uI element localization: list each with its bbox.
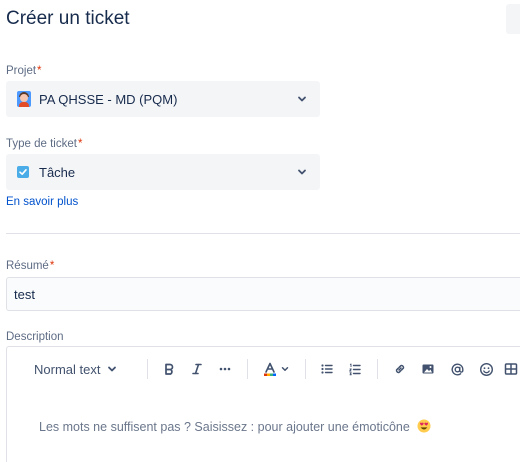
project-avatar-icon: [17, 91, 31, 107]
text-style-dropdown[interactable]: Normal text: [34, 359, 130, 379]
description-label: Description: [6, 331, 64, 343]
chevron-down-icon: [298, 169, 306, 175]
project-label: Projet*: [6, 65, 42, 77]
issue-type-select-value: Tâche: [39, 164, 76, 180]
summary-input[interactable]: test: [6, 277, 520, 311]
toolbar-separator: [305, 359, 306, 379]
issue-type-select[interactable]: Tâche: [6, 154, 320, 190]
chevron-down-icon: [108, 366, 117, 372]
heart-eyes-emoji: [417, 419, 431, 433]
link-icon[interactable]: [390, 359, 410, 379]
table-icon[interactable]: [504, 359, 520, 379]
text-style-value: Normal text: [34, 361, 101, 377]
toolbar-separator: [247, 359, 248, 379]
description-editor[interactable]: Normal text Les mots ne suffisent pas ? …: [6, 346, 520, 462]
italic-icon[interactable]: [187, 359, 207, 379]
chevron-down-icon: [298, 96, 306, 102]
summary-label: Résumé*: [6, 260, 54, 272]
required-asterisk: *: [77, 138, 83, 150]
emoji-icon[interactable]: [476, 359, 496, 379]
bullet-list-icon[interactable]: [317, 359, 337, 379]
header-action-button[interactable]: [506, 4, 520, 34]
project-select[interactable]: PA QHSSE - MD (PQM): [6, 81, 320, 117]
project-label-text: Projet: [6, 65, 37, 77]
required-asterisk: *: [37, 65, 42, 77]
placeholder-text: Les mots ne suffisent pas ? Saisissez : …: [39, 420, 410, 434]
dialog-title: Créer un ticket: [6, 8, 130, 29]
toolbar-separator: [147, 359, 148, 379]
mention-icon[interactable]: [447, 359, 467, 379]
image-icon[interactable]: [418, 359, 438, 379]
issue-type-label-text: Type de ticket: [6, 138, 77, 150]
chevron-down-icon: [281, 367, 289, 371]
section-divider: [6, 233, 520, 234]
text-color-icon[interactable]: [259, 359, 293, 379]
task-checkbox-icon: [17, 166, 29, 178]
required-asterisk: *: [49, 260, 55, 272]
numbered-list-icon[interactable]: [345, 359, 365, 379]
editor-toolbar: Normal text: [7, 347, 520, 391]
bold-icon[interactable]: [159, 359, 179, 379]
learn-more-link[interactable]: En savoir plus: [6, 196, 78, 208]
description-placeholder: Les mots ne suffisent pas ? Saisissez : …: [39, 417, 431, 434]
issue-type-label: Type de ticket*: [6, 138, 82, 150]
project-select-value: PA QHSSE - MD (PQM): [39, 91, 178, 107]
more-formatting-icon[interactable]: [215, 359, 235, 379]
summary-label-text: Résumé: [6, 260, 49, 272]
toolbar-separator: [377, 359, 378, 379]
